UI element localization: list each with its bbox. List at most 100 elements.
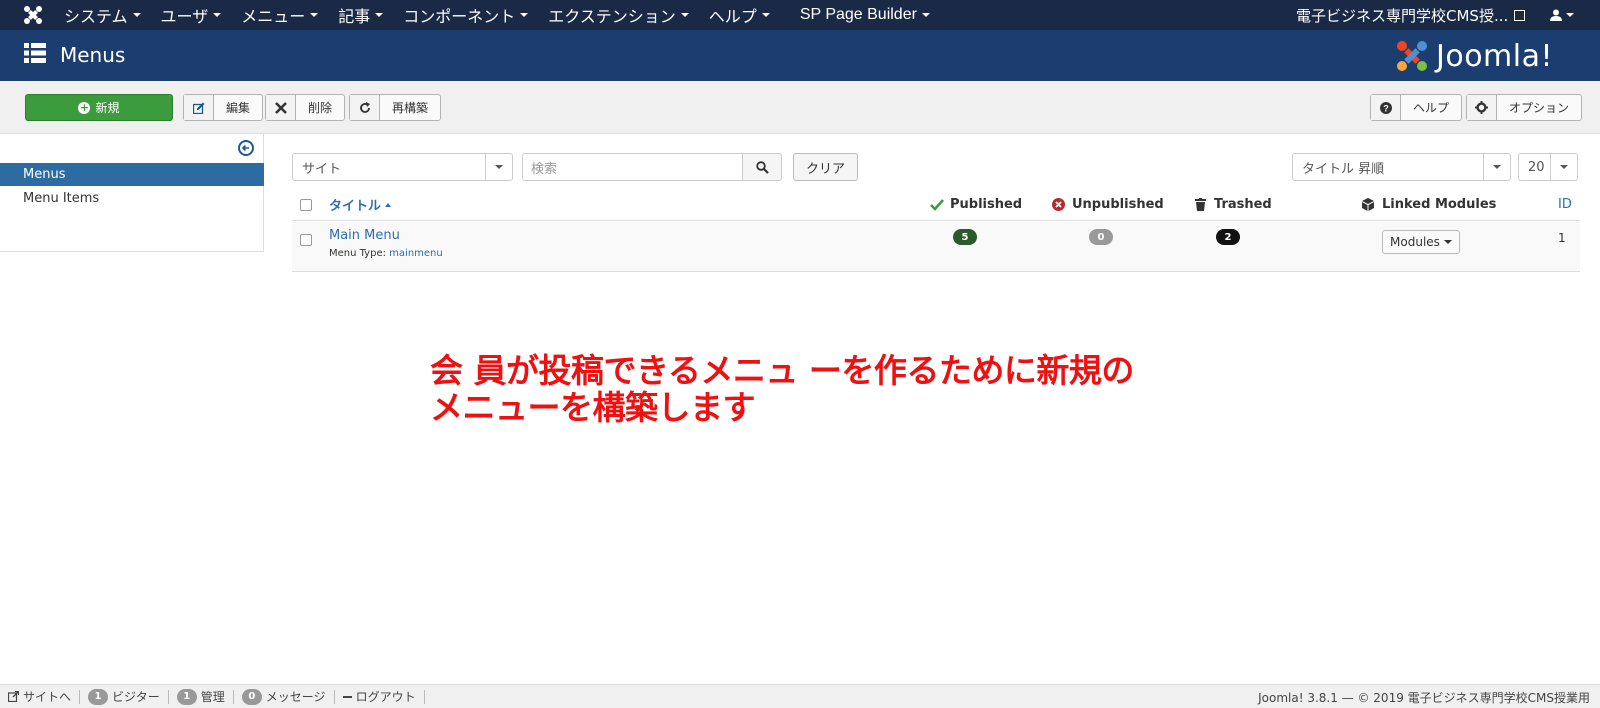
joomla-logo-icon[interactable] (22, 4, 44, 26)
sort-asc-icon (385, 202, 392, 207)
trashed-count-badge[interactable]: 2 (1216, 229, 1240, 245)
menu-id: 1 (1558, 231, 1566, 245)
gear-icon (1467, 95, 1497, 120)
caret-down-icon (310, 13, 319, 17)
caret-down-icon (520, 13, 529, 17)
messages-label: メッセージ (265, 690, 326, 704)
modules-button-label: Modules (1390, 235, 1440, 249)
new-button[interactable]: + 新規 (25, 94, 173, 121)
x-circle-icon (1052, 198, 1065, 211)
linked-modules-column-header: Linked Modules (1362, 188, 1496, 221)
edit-button-label: 編集 (226, 101, 251, 115)
unpublished-header-label: Unpublished (1072, 197, 1164, 212)
page-title: Menus (60, 43, 126, 67)
published-column-header: Published (930, 188, 1022, 221)
search-button[interactable] (742, 153, 782, 181)
visitors-indicator: 1 ビジター (80, 688, 169, 705)
published-header-label: Published (950, 197, 1023, 212)
unpublished-column-header: Unpublished (1052, 188, 1164, 221)
published-count-badge[interactable]: 5 (953, 229, 977, 245)
ordering-select-value: タイトル 昇順 (1302, 161, 1385, 177)
external-link-icon (8, 691, 19, 702)
annotation-line-2: メニューを構築します (430, 388, 756, 427)
linked-modules-header-label: Linked Modules (1382, 197, 1497, 212)
rebuild-button[interactable]: 再構築 (349, 94, 442, 121)
ordering-select[interactable]: タイトル 昇順 (1292, 153, 1511, 181)
modules-dropdown-button[interactable]: Modules (1382, 230, 1460, 254)
caret-down-icon (132, 13, 141, 17)
menu-type-label: Menu Type: (329, 248, 386, 259)
messages-link[interactable]: 0 メッセージ (234, 688, 335, 705)
external-link-icon (1514, 9, 1526, 21)
unpublished-count-badge[interactable]: 0 (1089, 229, 1113, 245)
admins-label: 管理 (200, 690, 225, 704)
cube-icon (1362, 198, 1374, 211)
logout-link[interactable]: ログアウト (335, 689, 425, 704)
row-checkbox[interactable] (300, 234, 312, 246)
logout-label: ログアウト (355, 690, 416, 704)
table-row: Main Menu Menu Type: mainmenu 5 0 2 Modu… (292, 222, 1580, 272)
menu-help[interactable]: ヘルプ (709, 3, 770, 27)
minus-icon (342, 695, 352, 698)
toolbar: + 新規 編集 削除 再構築 ? ヘルプ オプション (0, 81, 1600, 134)
menu-menus[interactable]: メニュー (241, 3, 319, 27)
user-icon (1550, 9, 1562, 21)
menu-title-link[interactable]: Main Menu (329, 228, 400, 243)
menu-label: コンポーネント (403, 7, 516, 26)
trashed-header-label: Trashed (1214, 197, 1272, 212)
user-menu[interactable] (1550, 0, 1574, 30)
title-column-header[interactable]: タイトル (329, 188, 392, 221)
menu-system[interactable]: システム (64, 3, 141, 27)
help-button[interactable]: ? ヘルプ (1370, 94, 1463, 121)
client-select[interactable]: サイト (292, 153, 513, 181)
status-bar: サイトへ 1 ビジター 1 管理 0 メッセージ ログアウト Joomla! 3… (0, 684, 1600, 708)
sidebar-item-menus[interactable]: Menus (0, 163, 264, 186)
clear-button[interactable]: クリア (793, 153, 858, 181)
select-all-checkbox[interactable] (300, 188, 312, 221)
chevron-down-icon (485, 154, 512, 180)
site-name: 電子ビジネス専門学校CMS授... (1296, 6, 1509, 25)
sidebar-item-label: Menu Items (23, 191, 100, 206)
id-column-header[interactable]: ID (1558, 188, 1572, 221)
options-button-label: オプション (1509, 101, 1570, 115)
title-header-label: タイトル (329, 199, 382, 214)
edit-icon (184, 95, 214, 120)
menu-content[interactable]: 記事 (338, 3, 384, 27)
view-site-link[interactable]: サイトへ (0, 689, 81, 704)
annotation-line-1: 会 員が投稿できるメニュ ーを作るために新規の (430, 351, 1134, 390)
delete-button-label: 削除 (308, 101, 333, 115)
delete-button[interactable]: 削除 (265, 94, 346, 121)
menu-type-link[interactable]: mainmenu (389, 248, 443, 259)
table-header: タイトル Published Unpublished Trashed Linke… (292, 188, 1580, 221)
menu-label: メニュー (241, 7, 306, 26)
view-site-link[interactable]: 電子ビジネス専門学校CMS授... (1296, 0, 1526, 30)
new-button-label: 新規 (95, 101, 120, 115)
options-button[interactable]: オプション (1466, 94, 1583, 121)
menu-label: システム (64, 7, 128, 26)
menu-sp-page-builder[interactable]: SP Page Builder (800, 6, 930, 24)
caret-down-icon (680, 13, 689, 17)
chevron-down-icon (1550, 154, 1577, 180)
edit-button[interactable]: 編集 (183, 94, 264, 121)
visitors-count-badge: 1 (88, 688, 109, 705)
menu-extensions[interactable]: エクステンション (548, 3, 689, 27)
menu-users[interactable]: ユーザ (161, 3, 222, 27)
menu-label: ユーザ (160, 7, 209, 26)
menu-label: SP Page Builder (799, 6, 917, 23)
main-menu: システム ユーザ メニュー 記事 コンポーネント エクステンション ヘルプ SP… (64, 0, 950, 30)
client-select-value: サイト (302, 161, 342, 177)
chevron-down-icon (1483, 154, 1510, 180)
search-icon (755, 160, 769, 174)
search-input[interactable]: 検索 (522, 153, 761, 181)
check-icon (930, 198, 944, 211)
sidebar-toggle-icon[interactable] (238, 140, 254, 156)
id-header-label: ID (1558, 197, 1572, 212)
menu-label: エクステンション (548, 7, 676, 26)
limit-select[interactable]: 20 (1518, 153, 1578, 181)
sidebar-item-menu-items[interactable]: Menu Items (0, 187, 264, 210)
menu-components[interactable]: コンポーネント (403, 3, 529, 27)
menu-list-icon (24, 43, 46, 63)
admins-indicator: 1 管理 (169, 688, 234, 705)
caret-down-icon (1566, 13, 1574, 17)
sidebar-item-label: Menus (23, 167, 66, 182)
